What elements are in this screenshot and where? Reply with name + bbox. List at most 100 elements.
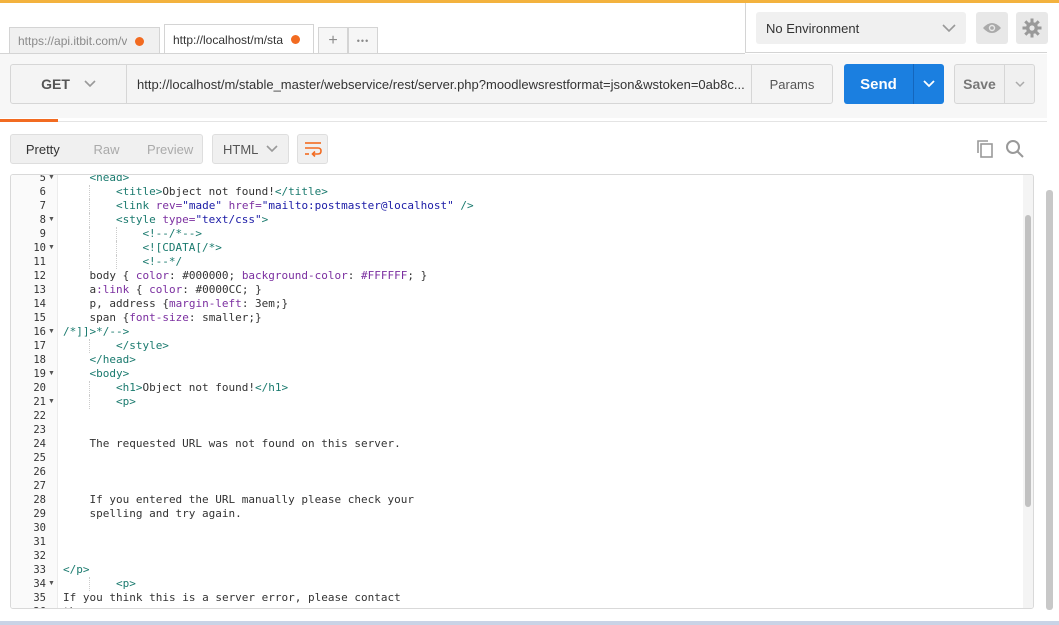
response-body-editor[interactable]: 5 ▼ <head> 6 <title>Object not found!</title… [10, 174, 1034, 609]
code-line: 17 </style> [11, 339, 1021, 353]
code-line: 20 <h1>Object not found!</h1> [11, 381, 1021, 395]
page-scrollbar-thumb[interactable] [1046, 190, 1053, 610]
code-line: 6 <title>Object not found!</title> [11, 185, 1021, 199]
code-line: 14 p, address {margin-left: 3em;} [11, 297, 1021, 311]
code-line: 22 [11, 409, 1021, 423]
code-line: 16 ▼ /*]]>*/--> [11, 325, 1021, 339]
fold-toggle-icon[interactable]: ▼ [48, 367, 55, 381]
code-line: 11 <!--*/ [11, 255, 1021, 269]
line-number: 18 [33, 354, 46, 366]
line-number: 19 [33, 368, 46, 380]
more-icon: ••• [356, 36, 370, 46]
code-line: 33 </p> [11, 563, 1021, 577]
tab-localhost[interactable]: http://localhost/m/sta [164, 24, 314, 54]
view-preview-button[interactable]: Preview [138, 135, 202, 163]
code-token: </h1> [255, 381, 289, 394]
editor-scrollbar[interactable] [1023, 175, 1033, 608]
code-token: </p> [63, 563, 90, 576]
request-tabs: https://api.itbit.com/v http://localhost… [9, 24, 378, 54]
code-token: /> [453, 199, 474, 212]
unsaved-dot-icon [291, 35, 301, 44]
tab-options-button[interactable]: ••• [348, 27, 378, 54]
search-response-button[interactable] [1005, 139, 1025, 164]
view-raw-button[interactable]: Raw [75, 135, 139, 163]
save-options-button[interactable] [1005, 65, 1034, 103]
format-select[interactable]: HTML [212, 134, 289, 164]
code-text: </p> [63, 563, 90, 577]
code-line: 23 [11, 423, 1021, 437]
method-select[interactable]: GET [11, 65, 127, 103]
indent-guide [89, 227, 91, 241]
code-text: p, address {margin-left: 3em;} [89, 297, 288, 311]
new-tab-button[interactable]: + [318, 27, 348, 54]
code-token: :link [96, 283, 130, 296]
code-token: </style> [115, 339, 169, 352]
send-options-button[interactable] [914, 64, 944, 104]
fold-toggle-icon[interactable]: ▼ [48, 395, 55, 409]
code-line: 26 [11, 465, 1021, 479]
view-pretty-button[interactable]: Pretty [11, 135, 75, 163]
code-token: { [129, 283, 150, 296]
environment-select[interactable]: No Environment [756, 12, 966, 44]
fold-toggle-icon[interactable]: ▼ [48, 241, 55, 255]
code-line: 28 If you entered the URL manually please… [11, 493, 1021, 507]
code-line: 29 spelling and try again. [11, 507, 1021, 521]
code-line: 19 ▼ <body> [11, 367, 1021, 381]
indent-guide [89, 241, 91, 255]
editor-scrollbar-thumb[interactable] [1025, 215, 1031, 507]
tab-label: http://localhost/m/sta [173, 32, 284, 47]
indent-guide [89, 577, 91, 591]
line-number: 34 [33, 578, 46, 590]
line-number: 36 [11, 605, 46, 608]
fold-toggle-icon[interactable]: ▼ [48, 605, 55, 608]
line-number: 32 [33, 550, 46, 562]
line-number: 27 [33, 480, 46, 492]
code-token: <h1> [115, 381, 143, 394]
code-token: </title> [274, 185, 328, 198]
copy-response-button[interactable] [975, 139, 995, 164]
fold-toggle-icon[interactable]: ▼ [48, 577, 55, 591]
line-number: 17 [33, 340, 46, 352]
code-line: 9 <!--/*--> [11, 227, 1021, 241]
environment-quick-look-button[interactable] [976, 12, 1008, 44]
tab-itbit[interactable]: https://api.itbit.com/v [9, 27, 160, 54]
url-input[interactable]: http://localhost/m/stable_master/webserv… [127, 65, 752, 103]
line-number: 20 [33, 382, 46, 394]
code-text: The requested URL was not found on this … [89, 437, 400, 451]
chevron-down-icon [942, 23, 956, 32]
wrap-lines-button[interactable] [297, 134, 328, 164]
line-number: 23 [33, 424, 46, 436]
line-number: 14 [33, 298, 46, 310]
line-number: 10 [33, 242, 46, 254]
code-text: If you entered the URL manually please c… [89, 493, 414, 507]
request-builder: GET http://localhost/m/stable_master/web… [0, 54, 1047, 118]
code-token: The requested URL was not found on this … [89, 437, 401, 450]
code-token: background-color [241, 269, 348, 282]
fold-toggle-icon[interactable]: ▼ [48, 325, 55, 339]
params-button[interactable]: Params [752, 65, 832, 103]
code-text: <!--/*--> [142, 227, 202, 241]
code-token: If you think this is a server error, ple… [63, 591, 401, 604]
code-token: <!--/*--> [142, 227, 203, 240]
line-number: 15 [33, 312, 46, 324]
code-line: 31 [11, 535, 1021, 549]
line-number: 11 [33, 256, 46, 268]
format-selected: HTML [223, 141, 259, 157]
line-number: 21 [33, 396, 46, 408]
code-text: If you think this is a server error, ple… [63, 591, 401, 605]
line-number: 8 [39, 214, 46, 226]
line-number: 35 [33, 592, 46, 604]
code-token: color [149, 283, 183, 296]
response-progress-indicator [0, 119, 58, 122]
code-token: <p> [115, 577, 136, 590]
manage-environments-button[interactable] [1016, 12, 1048, 44]
save-button[interactable]: Save [955, 65, 1005, 103]
code-line: 18 </head> [11, 353, 1021, 367]
send-button[interactable]: Send [844, 64, 914, 104]
fold-toggle-icon[interactable]: ▼ [48, 175, 55, 185]
line-number: 9 [39, 228, 46, 240]
code-line: 15 span {font-size: smaller;} [11, 311, 1021, 325]
fold-toggle-icon[interactable]: ▼ [48, 213, 55, 227]
code-line: 36▼ the [11, 605, 1021, 608]
indent-guide [89, 199, 91, 213]
